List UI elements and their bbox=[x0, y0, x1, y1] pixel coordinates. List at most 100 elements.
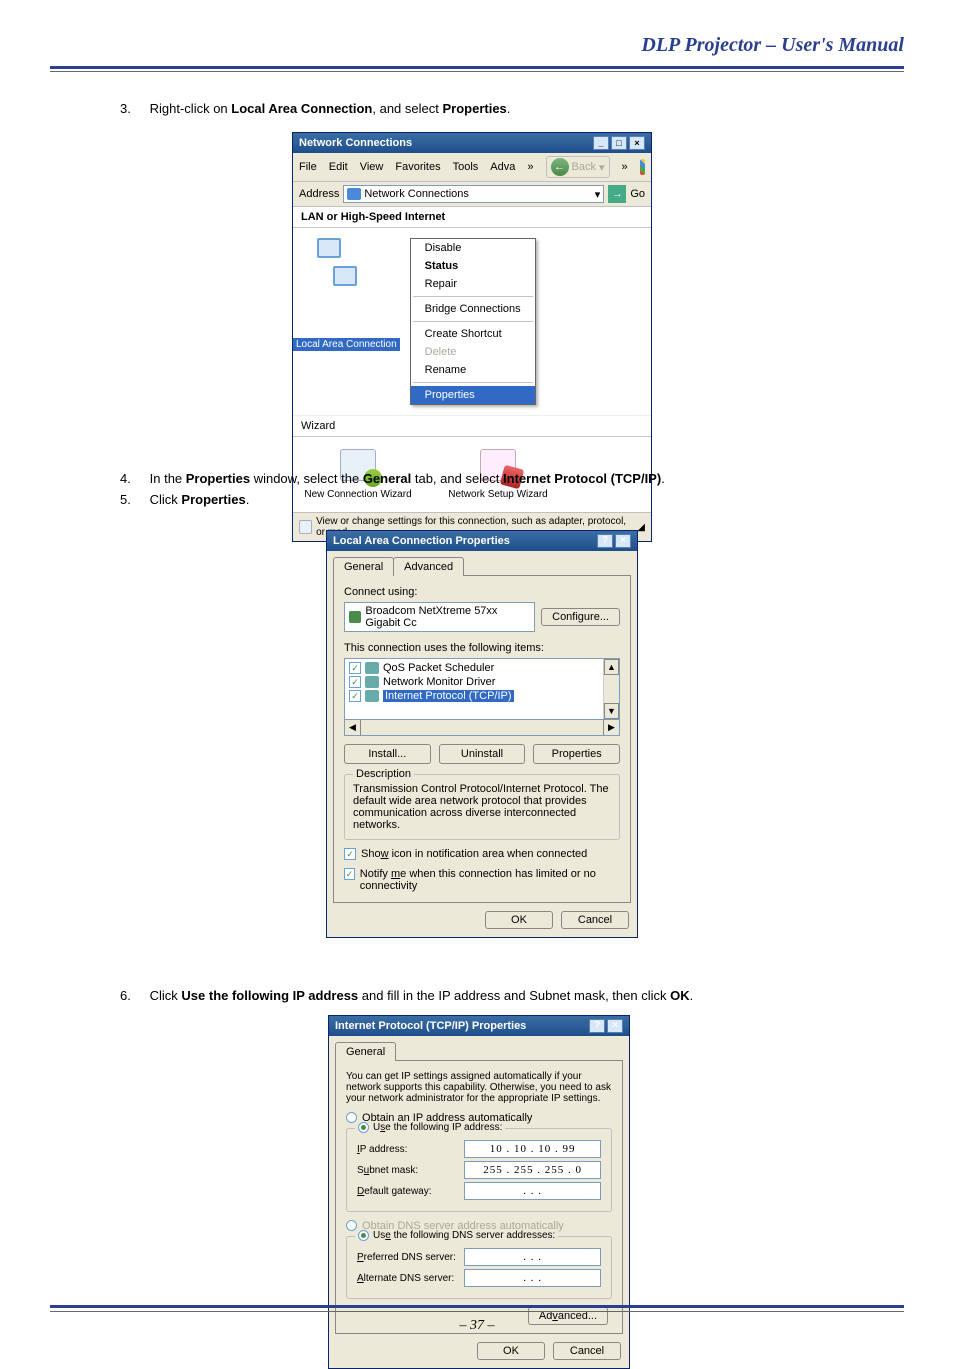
install-button[interactable]: Install... bbox=[344, 744, 431, 764]
ctx-rename[interactable]: Rename bbox=[411, 361, 535, 379]
ip-label: IP address: bbox=[357, 1144, 464, 1155]
description-legend: Description bbox=[353, 768, 414, 780]
step-3: 3. Right-click on Local Area Connection,… bbox=[120, 100, 890, 118]
menu-view[interactable]: View bbox=[360, 161, 384, 173]
subnet-mask-field[interactable]: 255 . 255 . 255 . 0 bbox=[464, 1161, 601, 1179]
lan-connection-icon[interactable] bbox=[317, 238, 359, 286]
show-icon-checkbox[interactable]: ✓ Show icon in notification area when con… bbox=[344, 848, 620, 860]
ctx-status[interactable]: Status bbox=[411, 257, 535, 275]
dialog-title: Local Area Connection Properties bbox=[333, 535, 510, 547]
step-bold: OK bbox=[670, 988, 690, 1003]
connect-using-label: Connect using: bbox=[344, 586, 620, 598]
list-item[interactable]: ✓Network Monitor Driver bbox=[347, 675, 617, 689]
maximize-button[interactable]: □ bbox=[611, 136, 627, 150]
protocol-icon bbox=[365, 676, 379, 688]
step-text: In the bbox=[150, 471, 186, 486]
help-button[interactable]: ? bbox=[589, 1019, 605, 1033]
menu-overflow-icon[interactable]: » bbox=[527, 161, 533, 173]
ctx-repair[interactable]: Repair bbox=[411, 275, 535, 293]
preferred-dns-field[interactable]: . . . bbox=[464, 1248, 601, 1266]
lan-connection-label[interactable]: Local Area Connection bbox=[293, 338, 400, 351]
uninstall-button[interactable]: Uninstall bbox=[439, 744, 526, 764]
cancel-button[interactable]: Cancel bbox=[553, 1342, 621, 1360]
address-field[interactable]: Network Connections ▾ bbox=[343, 185, 604, 203]
ctx-shortcut[interactable]: Create Shortcut bbox=[411, 325, 535, 343]
titlebar: Network Connections _ □ × bbox=[293, 133, 651, 153]
resize-grip-icon[interactable]: ◢ bbox=[637, 522, 645, 533]
step-text: . bbox=[690, 988, 694, 1003]
toolbar-overflow-icon[interactable]: » bbox=[622, 161, 628, 173]
ok-button[interactable]: OK bbox=[477, 1342, 545, 1360]
checkbox-icon: ✓ bbox=[344, 848, 356, 860]
protocol-list[interactable]: ✓QoS Packet Scheduler ✓Network Monitor D… bbox=[344, 658, 620, 720]
gateway-label: Default gateway: bbox=[357, 1186, 464, 1197]
scroll-down-icon[interactable]: ▼ bbox=[604, 703, 619, 719]
minimize-button[interactable]: _ bbox=[593, 136, 609, 150]
wizard-label: Network Setup Wizard bbox=[443, 489, 553, 500]
help-button[interactable]: ? bbox=[597, 534, 613, 548]
list-item[interactable]: ✓QoS Packet Scheduler bbox=[347, 661, 617, 675]
list-item-selected[interactable]: ✓Internet Protocol (TCP/IP) bbox=[347, 689, 617, 703]
menu-file[interactable]: File bbox=[299, 161, 317, 173]
separator bbox=[413, 382, 533, 383]
page-number: – 37 – bbox=[0, 1318, 954, 1334]
use-dns-radio[interactable]: Use the following DNS server addresses: bbox=[355, 1230, 558, 1241]
checkbox-label: Notify me when this connection has limit… bbox=[360, 868, 620, 892]
scroll-left-icon[interactable]: ◀ bbox=[345, 720, 361, 735]
tcpip-properties-dialog: Internet Protocol (TCP/IP) Properties ? … bbox=[328, 1015, 630, 1369]
close-button[interactable]: × bbox=[615, 534, 631, 548]
properties-button[interactable]: Properties bbox=[533, 744, 620, 764]
step-text: Click bbox=[150, 492, 182, 507]
tab-advanced[interactable]: Advanced bbox=[393, 557, 464, 576]
scroll-up-icon[interactable]: ▲ bbox=[604, 659, 619, 675]
ip-address-field[interactable]: 10 . 10 . 10 . 99 bbox=[464, 1140, 601, 1158]
checkbox-label: Show icon in notification area when conn… bbox=[361, 848, 587, 860]
back-arrow-icon: ← bbox=[551, 158, 569, 176]
ok-button[interactable]: OK bbox=[485, 911, 553, 929]
tab-general[interactable]: General bbox=[333, 557, 394, 576]
go-button[interactable]: → bbox=[608, 185, 626, 203]
description-text: Transmission Control Protocol/Internet P… bbox=[353, 783, 611, 831]
address-bar: Address Network Connections ▾ → Go bbox=[293, 181, 651, 207]
adapter-name: Broadcom NetXtreme 57xx Gigabit Cc bbox=[365, 605, 530, 629]
footer-rule-thin bbox=[50, 1311, 904, 1312]
ctx-properties[interactable]: Properties bbox=[411, 386, 535, 404]
status-icon bbox=[299, 520, 312, 534]
step-bold: General bbox=[363, 471, 411, 486]
scrollbar[interactable]: ▲▼ bbox=[603, 659, 619, 719]
titlebar: Local Area Connection Properties ? × bbox=[327, 531, 637, 551]
menu-edit[interactable]: Edit bbox=[329, 161, 348, 173]
notify-checkbox[interactable]: ✓Notify me when this connection has limi… bbox=[344, 868, 620, 892]
step-number: 3. bbox=[120, 100, 146, 118]
menu-tools[interactable]: Tools bbox=[453, 161, 479, 173]
gateway-field[interactable]: . . . bbox=[464, 1182, 601, 1200]
h-scrollbar[interactable]: ◀▶ bbox=[344, 719, 620, 736]
close-button[interactable]: × bbox=[629, 136, 645, 150]
dropdown-icon[interactable]: ▾ bbox=[595, 188, 601, 201]
network-icon bbox=[347, 188, 361, 200]
close-button[interactable]: × bbox=[607, 1019, 623, 1033]
step-text: Right-click on bbox=[150, 101, 232, 116]
protocol-icon bbox=[365, 690, 379, 702]
separator bbox=[413, 321, 533, 322]
use-ip-radio[interactable]: Use the following IP address: bbox=[355, 1122, 505, 1133]
menu-advanced[interactable]: Adva bbox=[490, 161, 515, 173]
alternate-dns-field[interactable]: . . . bbox=[464, 1269, 601, 1287]
adapter-field: Broadcom NetXtreme 57xx Gigabit Cc bbox=[344, 602, 535, 632]
configure-button[interactable]: Configure... bbox=[541, 608, 620, 626]
checkbox-icon[interactable]: ✓ bbox=[349, 662, 361, 674]
ctx-disable[interactable]: Disable bbox=[411, 239, 535, 257]
step-bold: Local Area Connection bbox=[231, 101, 372, 116]
menu-favorites[interactable]: Favorites bbox=[395, 161, 440, 173]
scroll-right-icon[interactable]: ▶ bbox=[603, 720, 619, 735]
cancel-button[interactable]: Cancel bbox=[561, 911, 629, 929]
checkbox-icon[interactable]: ✓ bbox=[349, 676, 361, 688]
protocol-icon bbox=[365, 662, 379, 674]
back-button[interactable]: ← Back ▾ bbox=[546, 156, 610, 178]
ctx-status-label: Status bbox=[425, 260, 459, 272]
ctx-bridge[interactable]: Bridge Connections bbox=[411, 300, 535, 318]
tab-general[interactable]: General bbox=[335, 1042, 396, 1061]
step-number: 4. bbox=[120, 470, 146, 488]
checkbox-icon[interactable]: ✓ bbox=[349, 690, 361, 702]
windows-flag-icon bbox=[640, 159, 645, 175]
